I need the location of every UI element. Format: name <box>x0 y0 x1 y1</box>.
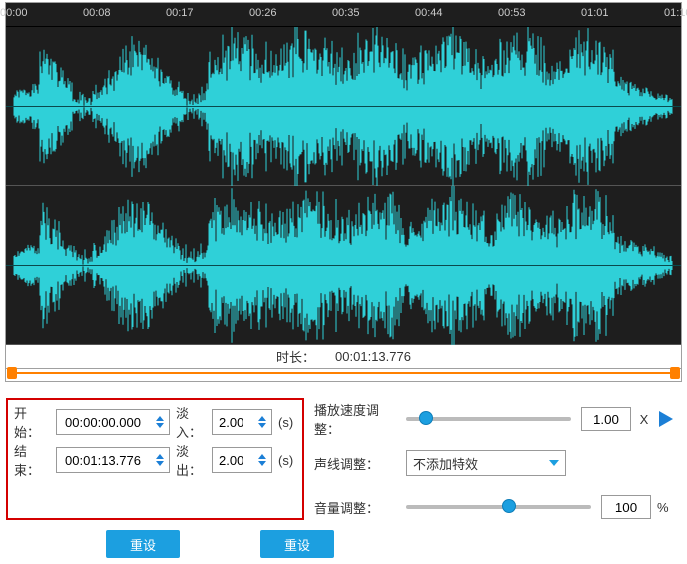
volume-value[interactable] <box>601 495 651 519</box>
fade-in-step-up[interactable] <box>258 416 266 421</box>
end-input[interactable] <box>56 447 170 473</box>
timeline-tick: 00:26 <box>249 7 277 19</box>
voice-label: 声线调整： <box>314 454 400 473</box>
fade-out-step-up[interactable] <box>258 454 266 459</box>
play-icon[interactable] <box>659 411 673 427</box>
timeline-tick: 00:00 <box>0 7 28 19</box>
timeline-ruler[interactable]: 00:0000:0800:1700:2600:3500:4400:5301:01… <box>6 3 681 27</box>
waveform-left[interactable] <box>6 27 681 186</box>
fade-in-field[interactable] <box>219 415 245 430</box>
duration-bar: 时长： 00:01:13.776 <box>6 345 681 369</box>
end-input-field[interactable] <box>63 453 143 468</box>
duration-label: 时长： <box>276 347 315 366</box>
time-fade-highlight: 开始： 结束： <box>6 398 304 520</box>
bracket-start-handle[interactable] <box>7 367 17 379</box>
speed-slider-thumb[interactable] <box>419 411 433 425</box>
fade-out-field[interactable] <box>219 453 245 468</box>
end-step-up[interactable] <box>156 454 164 459</box>
speed-label: 播放速度调整： <box>314 400 400 438</box>
speed-slider[interactable] <box>406 417 571 421</box>
selection-bracket[interactable] <box>6 369 681 381</box>
speed-x: X <box>637 412 651 427</box>
bracket-line <box>13 372 674 374</box>
timeline-tick: 00:44 <box>415 7 443 19</box>
chevron-down-icon <box>549 460 559 466</box>
voice-select[interactable]: 不添加特效 <box>406 450 566 476</box>
timeline-tick: 00:08 <box>83 7 111 19</box>
waveform-right[interactable] <box>6 186 681 345</box>
reset-time-button[interactable]: 重设 <box>106 530 180 558</box>
volume-slider-thumb[interactable] <box>502 499 516 513</box>
fade-out-input[interactable] <box>212 447 272 473</box>
timeline-tick: 00:17 <box>166 7 194 19</box>
volume-label: 音量调整： <box>314 498 400 517</box>
timeline-tick: 00:53 <box>498 7 526 19</box>
fade-in-step-down[interactable] <box>258 423 266 428</box>
bracket-end-handle[interactable] <box>670 367 680 379</box>
timeline-tick: 01:10 <box>664 7 687 19</box>
duration-value: 00:01:13.776 <box>335 349 411 364</box>
speed-value[interactable] <box>581 407 631 431</box>
start-input-field[interactable] <box>63 415 143 430</box>
end-step-down[interactable] <box>156 461 164 466</box>
fade-out-unit: (s) <box>278 453 296 468</box>
fade-out-label: 淡出： <box>176 441 206 479</box>
start-input[interactable] <box>56 409 170 435</box>
fade-in-label: 淡入： <box>176 403 206 441</box>
reset-fade-button[interactable]: 重设 <box>260 530 334 558</box>
fade-in-input[interactable] <box>212 409 272 435</box>
start-step-down[interactable] <box>156 423 164 428</box>
voice-value: 不添加特效 <box>413 454 478 473</box>
volume-unit: % <box>657 500 673 515</box>
timeline-tick: 01:01 <box>581 7 609 19</box>
end-label: 结束： <box>14 441 50 479</box>
timeline-tick: 00:35 <box>332 7 360 19</box>
start-label: 开始： <box>14 403 50 441</box>
fade-out-step-down[interactable] <box>258 461 266 466</box>
start-step-up[interactable] <box>156 416 164 421</box>
fade-in-unit: (s) <box>278 415 296 430</box>
volume-slider[interactable] <box>406 505 591 509</box>
